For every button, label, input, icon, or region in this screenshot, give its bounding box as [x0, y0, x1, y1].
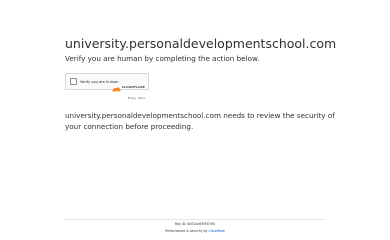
- security-review-text: university.personaldevelopmentschool.com…: [65, 111, 335, 131]
- cloudflare-wordmark: CLOUDFLARE: [121, 84, 145, 89]
- performance-security: Performance & security by Cloudflare: [0, 229, 390, 234]
- ray-id: Ray ID: 8d72ad55f5f74f4: [174, 222, 216, 226]
- privacy-terms-links[interactable]: Privacy · Terms: [128, 97, 145, 100]
- cloudflare-link[interactable]: Cloudflare: [209, 229, 225, 233]
- performance-prefix: Performance & security by: [165, 229, 209, 233]
- cloud-icon: [112, 77, 121, 96]
- page-subtitle: Verify you are human by completing the a…: [65, 54, 260, 63]
- page-title: university.personaldevelopmentschool.com: [65, 36, 337, 51]
- footer-divider: [65, 219, 325, 220]
- footer: Ray ID: 8d72ad55f5f74f4 Performance & se…: [0, 222, 390, 234]
- verify-checkbox[interactable]: [70, 78, 77, 85]
- cloudflare-logo: CLOUDFLARE: [112, 77, 145, 96]
- turnstile-widget: Verify you are human CLOUDFLARE Privacy …: [65, 73, 149, 100]
- challenge-page: university.personaldevelopmentschool.com…: [0, 0, 390, 240]
- main-content: university.personaldevelopmentschool.com…: [65, 36, 365, 132]
- cloudflare-brand: CLOUDFLARE Privacy · Terms: [112, 77, 145, 100]
